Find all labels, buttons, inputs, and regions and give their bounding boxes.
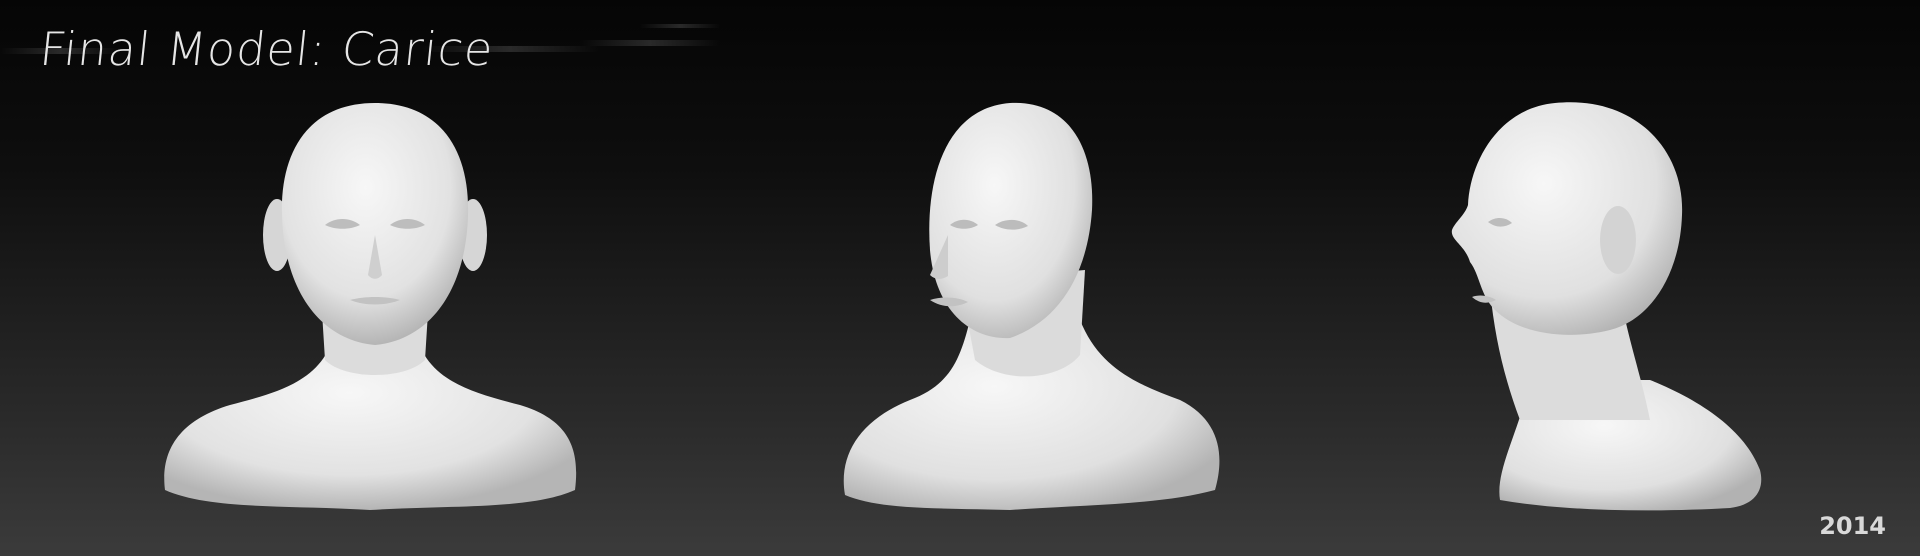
brush-stroke — [640, 24, 720, 28]
year-label: 2014 — [1819, 512, 1886, 540]
bust-three-quarter-icon — [830, 0, 1250, 520]
bust-profile-icon — [1410, 0, 1780, 520]
brush-stroke — [580, 40, 720, 46]
bust-front-icon — [150, 0, 600, 520]
